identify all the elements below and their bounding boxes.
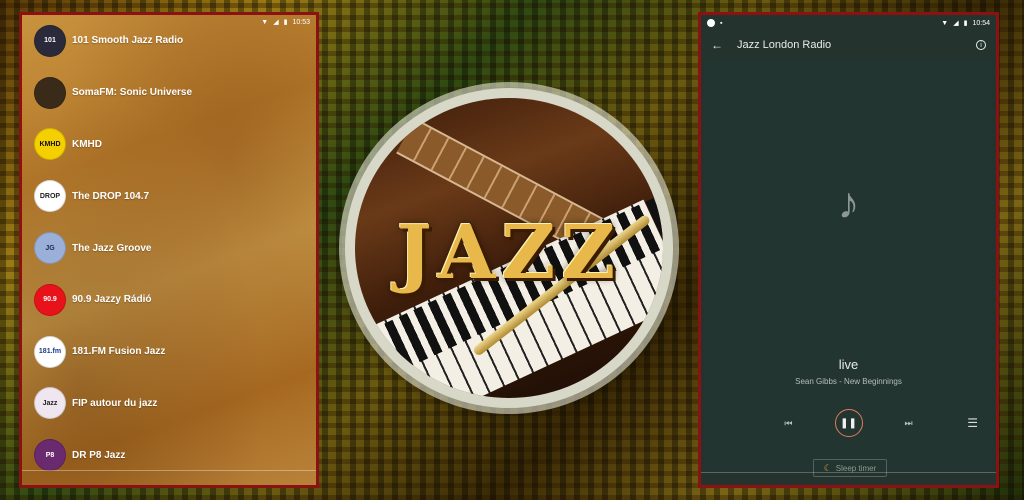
notification-dot-icon [707, 19, 715, 27]
station-logo: DROP [34, 180, 66, 213]
track-title: live [838, 357, 859, 372]
station-name: 181.FM Fusion Jazz [72, 346, 166, 358]
station-logo: Jazz [34, 387, 66, 420]
divider [22, 470, 316, 471]
signal-icon: ◢ [953, 19, 959, 27]
info-icon[interactable]: i [976, 40, 986, 50]
skip-next-icon[interactable]: ⏭ [905, 418, 913, 429]
station-name: The DROP 104.7 [72, 190, 150, 202]
station-name: 90.9 Jazzy Rádió [72, 294, 152, 306]
track-artist: Sean Gibbs - New Beginnings [795, 377, 902, 386]
app-logo: JAZZ [345, 88, 673, 408]
station-name: SomaFM: Sonic Universe [72, 87, 193, 99]
station-logo [34, 76, 66, 109]
station-name: KMHD [72, 138, 102, 150]
station-item[interactable]: 101 101 Smooth Jazz Radio [22, 15, 316, 67]
toolbar-title: Jazz London Radio [737, 39, 832, 51]
queue-list-icon[interactable]: ☰ [967, 416, 978, 430]
station-logo: 181.fm [34, 335, 66, 368]
station-logo: KMHD [34, 128, 66, 161]
skip-previous-icon[interactable]: ⏮ [784, 418, 792, 429]
arrow-left-icon[interactable]: ← [711, 38, 723, 52]
playback-controls: ⏮ ❚❚ ⏭ [705, 405, 992, 441]
station-item[interactable]: JG The Jazz Groove [22, 222, 316, 274]
battery-icon: ▮ [963, 19, 968, 27]
station-item[interactable]: 181.fm 181.FM Fusion Jazz [22, 326, 316, 378]
player-screen: ▪ ▼ ◢ ▮ 10:54 ← Jazz London Radio i ♪ li… [698, 12, 999, 488]
notification-icon: ▪ [720, 19, 723, 27]
station-item[interactable]: 90.9 90.9 Jazzy Rádió [22, 274, 316, 326]
player-area: ♪ live Sean Gibbs - New Beginnings ⏮ ❚❚ … [705, 59, 992, 477]
station-logo: 101 [34, 24, 66, 57]
logo-artwork: JAZZ [355, 98, 663, 398]
pause-button[interactable]: ❚❚ [834, 409, 863, 437]
music-note-icon: ♪ [837, 179, 860, 228]
divider [701, 472, 996, 473]
station-name: The Jazz Groove [72, 242, 152, 254]
sleep-timer-button[interactable]: ☾ Sleep timer [813, 459, 887, 477]
station-name: FIP autour du jazz [72, 397, 158, 409]
station-name: DR P8 Jazz [72, 449, 126, 461]
station-list: 101 101 Smooth Jazz Radio SomaFM: Sonic Un… [22, 15, 316, 481]
station-item[interactable]: DROP The DROP 104.7 [22, 170, 316, 222]
status-bar: ▪ ▼ ◢ ▮ 10:54 [701, 15, 996, 31]
logo-text: JAZZ [396, 210, 622, 296]
wifi-icon: ▼ [941, 19, 949, 27]
pause-icon: ❚❚ [840, 417, 857, 429]
station-item[interactable]: KMHD KMHD [22, 119, 316, 171]
station-item[interactable]: SomaFM: Sonic Universe [22, 67, 316, 119]
station-logo: JG [34, 232, 66, 265]
toolbar: ← Jazz London Radio i [701, 31, 996, 59]
station-item[interactable]: Jazz FIP autour du jazz [22, 378, 316, 430]
station-logo: 90.9 [34, 283, 66, 316]
station-list-screen: ▼ ◢ ▮ 10:53 101 101 Smooth Jazz Radio Soma… [19, 12, 319, 488]
station-name: 101 Smooth Jazz Radio [72, 35, 184, 47]
station-logo: P8 [34, 439, 66, 472]
status-time: 10:54 [972, 19, 990, 27]
station-item[interactable]: P8 DR P8 Jazz [22, 429, 316, 481]
